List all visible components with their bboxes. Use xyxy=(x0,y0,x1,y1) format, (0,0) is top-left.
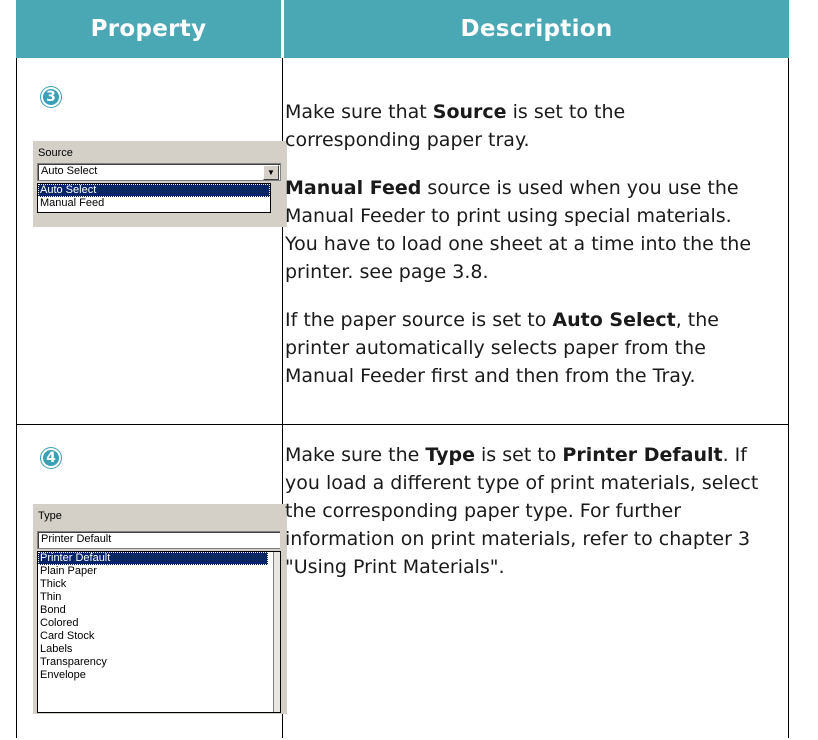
type-options-list[interactable]: Printer Default Plain Paper Thick Thin B… xyxy=(37,551,281,713)
description-paragraph: Make sure the Type is set to Printer Def… xyxy=(285,444,759,578)
source-options-list[interactable]: Auto Select Manual Feed xyxy=(37,183,271,213)
row-3-description: Make sure that Source is set to the corr… xyxy=(285,98,765,410)
type-option[interactable]: Printer Default xyxy=(38,552,268,565)
header-description: Description xyxy=(284,0,789,58)
source-option[interactable]: Auto Select xyxy=(38,184,270,197)
source-select-value: Auto Select xyxy=(41,165,98,177)
type-option[interactable]: Transparency xyxy=(38,656,280,669)
source-label: Source xyxy=(38,147,73,159)
chevron-down-icon[interactable]: ▼ xyxy=(263,165,279,180)
source-option[interactable]: Manual Feed xyxy=(38,197,270,210)
type-option[interactable]: Thick xyxy=(38,578,280,591)
grid-line-right xyxy=(788,58,789,738)
step-number-badge: 3 xyxy=(41,87,61,107)
header-property: Property xyxy=(16,0,281,58)
source-select[interactable]: Auto Select ▼ xyxy=(37,163,281,181)
type-option[interactable]: Plain Paper xyxy=(38,565,280,578)
type-option[interactable]: Envelope xyxy=(38,669,280,682)
type-option[interactable]: Bond xyxy=(38,604,280,617)
type-select-value: Printer Default xyxy=(41,533,112,545)
type-option[interactable]: Thin xyxy=(38,591,280,604)
scrollbar[interactable] xyxy=(273,552,280,712)
step-number-badge: 4 xyxy=(41,448,61,468)
type-option[interactable]: Labels xyxy=(38,643,280,656)
type-option[interactable]: Card Stock xyxy=(38,630,280,643)
description-paragraph: Make sure that Source is set to the corr… xyxy=(285,101,626,151)
row-4-description: Make sure the Type is set to Printer Def… xyxy=(285,441,765,601)
type-dropdown-panel: Type Printer Default Printer Default Pla… xyxy=(33,504,287,714)
description-paragraph: Manual Feed source is used when you use … xyxy=(285,177,752,283)
grid-line-left xyxy=(16,58,17,738)
source-dropdown-panel: Source Auto Select ▼ Auto Select Manual … xyxy=(33,141,287,227)
row-divider xyxy=(16,424,789,425)
type-label: Type xyxy=(38,510,62,522)
description-paragraph: If the paper source is set to Auto Selec… xyxy=(285,309,719,387)
type-select[interactable]: Printer Default xyxy=(37,531,280,549)
type-option[interactable]: Colored xyxy=(38,617,280,630)
